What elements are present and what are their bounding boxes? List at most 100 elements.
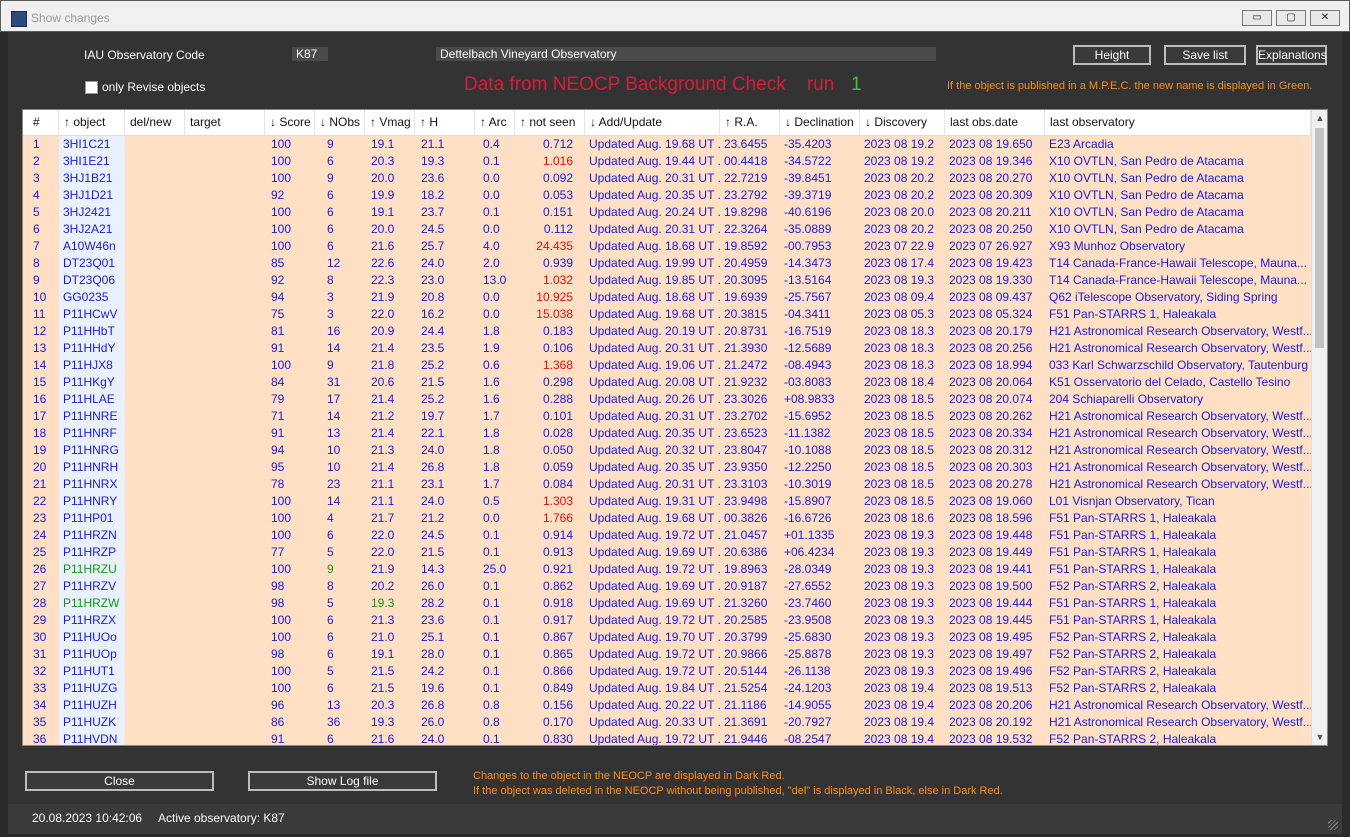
column-header[interactable]: target <box>185 110 265 135</box>
cell-not-seen: 0.092 <box>542 171 573 185</box>
table-row[interactable]: 32 P11HUT1 100 5 21.5 24.2 0.1 0.866 Updated Aug… <box>23 663 1311 680</box>
cell-nobs: 17 <box>327 392 341 406</box>
column-header[interactable]: last observatory <box>1045 110 1311 135</box>
cell-ra: 23.3103 <box>724 477 768 491</box>
column-header[interactable]: ↓ Score <box>265 110 315 135</box>
table-row[interactable]: 16 P11HLAE 79 17 21.4 25.2 1.6 0.288 Updated Aug… <box>23 391 1311 408</box>
cell-h: 19.3 <box>421 154 445 168</box>
resize-grip-icon[interactable] <box>1328 820 1338 830</box>
column-header[interactable]: # <box>23 110 59 135</box>
column-header[interactable]: ↓ Declination <box>780 110 860 135</box>
vertical-scrollbar[interactable]: ▲ ▼ <box>1311 110 1327 745</box>
column-header[interactable]: del/new <box>125 110 185 135</box>
column-header[interactable]: ↑ Vmag <box>365 110 415 135</box>
cell-del-new <box>125 442 185 459</box>
scroll-up-icon[interactable]: ▲ <box>1312 110 1327 126</box>
table-row[interactable]: 23 P11HP01 100 4 21.7 21.2 0.0 1.766 Updated Aug… <box>23 510 1311 527</box>
cell-nobs: 10 <box>327 443 341 457</box>
cell-score: 100 <box>271 239 292 253</box>
table-row[interactable]: 2 3HI1E21 100 6 20.3 19.3 0.1 1.016 Updated Aug.… <box>23 153 1311 170</box>
column-header[interactable]: ↓ NObs <box>315 110 365 135</box>
table-row[interactable]: 33 P11HUZG 100 6 21.5 19.6 0.1 0.849 Updated Aug… <box>23 680 1311 697</box>
table-row[interactable]: 17 P11HNRE 71 14 21.2 19.7 1.7 0.101 Updated Aug… <box>23 408 1311 425</box>
table-row[interactable]: 10 GG0235 94 3 21.9 20.8 0.0 10.925 Updated Aug.… <box>23 289 1311 306</box>
table-row[interactable]: 15 P11HKgY 84 31 20.6 21.5 1.6 0.298 Updated Aug… <box>23 374 1311 391</box>
table-row[interactable]: 8 DT23Q01 85 12 22.6 24.0 2.0 0.939 Updated Aug.… <box>23 255 1311 272</box>
column-header[interactable]: ↑ H <box>415 110 475 135</box>
table-row[interactable]: 19 P11HNRG 94 10 21.3 24.0 1.8 0.050 Updated Aug… <box>23 442 1311 459</box>
table-row[interactable]: 30 P11HUOo 100 6 21.0 25.1 0.1 0.867 Updated Aug… <box>23 629 1311 646</box>
column-header[interactable]: ↑ object <box>59 110 125 135</box>
table-row[interactable]: 24 P11HRZN 100 6 22.0 24.5 0.1 0.914 Updated Aug… <box>23 527 1311 544</box>
scroll-down-icon[interactable]: ▼ <box>1312 729 1327 745</box>
cell-last-obs-date: 2023 08 20.250 <box>949 222 1033 236</box>
scroll-thumb[interactable] <box>1315 128 1324 348</box>
cell-del-new <box>125 323 185 340</box>
cell-h: 24.5 <box>421 222 445 236</box>
cell-index: 26 <box>23 561 59 578</box>
table-row[interactable]: 11 P11HCwV 75 3 22.0 16.2 0.0 15.038 Updated Aug… <box>23 306 1311 323</box>
table-row[interactable]: 18 P11HNRF 91 13 21.4 22.1 1.8 0.028 Updated Aug… <box>23 425 1311 442</box>
table-row[interactable]: 6 3HJ2A21 100 6 20.0 24.5 0.0 0.112 Updated Aug.… <box>23 221 1311 238</box>
table-row[interactable]: 26 P11HRZU 100 9 21.9 14.3 25.0 0.921 Updated Au… <box>23 561 1311 578</box>
table-row[interactable]: 36 P11HVDN 91 6 21.6 24.0 0.1 0.830 Updated Aug.… <box>23 731 1311 745</box>
column-header[interactable]: ↓ Discovery <box>860 110 945 135</box>
cell-index: 9 <box>23 272 59 289</box>
cell-declination: -23.9508 <box>784 613 832 627</box>
explanations-button[interactable]: Explanations <box>1256 45 1327 65</box>
table-row[interactable]: 1 3HI1C21 100 9 19.1 21.1 0.4 0.712 Updated Aug.… <box>23 136 1311 153</box>
column-header[interactable]: ↑ Arc <box>475 110 515 135</box>
table-row[interactable]: 29 P11HRZX 100 6 21.3 23.6 0.1 0.917 Updated Aug… <box>23 612 1311 629</box>
changes-table[interactable]: # ↑ object del/new target ↓ Score ↓ NObs ↑ Vma… <box>22 109 1328 746</box>
cell-declination: -14.9055 <box>784 698 832 712</box>
cell-vmag: 21.0 <box>371 630 395 644</box>
table-row[interactable]: 12 P11HHbT 81 16 20.9 24.4 1.8 0.183 Updated Aug… <box>23 323 1311 340</box>
cell-discovery: 2023 08 18.5 <box>864 426 935 440</box>
table-row[interactable]: 28 P11HRZW 98 5 19.3 28.2 0.1 0.918 Updated Aug.… <box>23 595 1311 612</box>
table-row[interactable]: 22 P11HNRY 100 14 21.1 24.0 0.5 1.303 Updated Au… <box>23 493 1311 510</box>
table-row[interactable]: 25 P11HRZP 77 5 22.0 21.5 0.1 0.913 Updated Aug.… <box>23 544 1311 561</box>
cell-declination: -28.0349 <box>784 562 832 576</box>
table-row[interactable]: 7 A10W46n 100 6 21.6 25.7 4.0 24.435 Updated Aug… <box>23 238 1311 255</box>
height-button[interactable]: Height <box>1073 45 1151 65</box>
column-header[interactable]: ↑ R.A. <box>720 110 780 135</box>
close-button[interactable]: Close <box>25 771 214 791</box>
cell-arc: 0.1 <box>483 596 500 610</box>
table-row[interactable]: 4 3HJ1D21 92 6 19.9 18.2 0.0 0.053 Updated Aug. … <box>23 187 1311 204</box>
table-row[interactable]: 27 P11HRZV 98 8 20.2 26.0 0.1 0.862 Updated Aug.… <box>23 578 1311 595</box>
table-row[interactable]: 13 P11HHdY 91 14 21.4 23.5 1.9 0.106 Updated Aug… <box>23 340 1311 357</box>
table-row[interactable]: 35 P11HUZK 86 36 19.3 26.0 0.8 0.170 Updated Aug… <box>23 714 1311 731</box>
save-list-button[interactable]: Save list <box>1164 45 1246 65</box>
table-row[interactable]: 3 3HJ1B21 100 9 20.0 23.6 0.0 0.092 Updated Aug.… <box>23 170 1311 187</box>
cell-last-observatory: F52 Pan-STARRS 2, Haleakala <box>1049 681 1217 695</box>
cell-index: 17 <box>23 408 59 425</box>
status-bar: 20.08.2023 10:42:06 Active observatory: … <box>8 804 1342 834</box>
cell-ra: 00.3826 <box>724 511 768 525</box>
cell-add-update: Updated Aug. 20.19 UT ... <box>589 324 720 338</box>
cell-h: 24.4 <box>421 324 445 338</box>
close-window-button[interactable]: ✕ <box>1310 10 1340 26</box>
column-header[interactable]: ↓ Add/Update <box>585 110 720 135</box>
cell-ra: 00.4418 <box>724 154 768 168</box>
table-row[interactable]: 20 P11HNRH 95 10 21.4 26.8 1.8 0.059 Updated Aug… <box>23 459 1311 476</box>
maximize-button[interactable]: ▢ <box>1276 10 1306 26</box>
cell-declination: -00.7953 <box>784 239 832 253</box>
table-row[interactable]: 34 P11HUZH 96 13 20.3 26.8 0.8 0.156 Updated Aug… <box>23 697 1311 714</box>
table-row[interactable]: 21 P11HNRX 78 23 21.1 23.1 1.7 0.084 Updated Aug… <box>23 476 1311 493</box>
table-row[interactable]: 5 3HJ2421 100 6 19.1 23.7 0.1 0.151 Updated Aug.… <box>23 204 1311 221</box>
column-header[interactable]: last obs.date <box>945 110 1045 135</box>
iau-code-field[interactable]: K87 <box>292 47 328 61</box>
cell-object: P11HHbT <box>59 323 125 340</box>
cell-add-update: Updated Aug. 20.31 UT ... <box>589 171 720 185</box>
cell-score: 79 <box>271 392 285 406</box>
only-revise-checkbox[interactable] <box>85 81 98 94</box>
table-row[interactable]: 9 DT23Q06 92 8 22.3 23.0 13.0 1.032 Updated Aug.… <box>23 272 1311 289</box>
column-header[interactable]: ↑ not seen <box>515 110 585 135</box>
minimize-button[interactable]: ▭ <box>1242 10 1272 26</box>
cell-add-update: Updated Aug. 20.35 UT ... <box>589 188 720 202</box>
cell-target <box>185 459 265 476</box>
show-log-button[interactable]: Show Log file <box>248 771 437 791</box>
cell-declination: -14.3473 <box>784 256 832 270</box>
table-row[interactable]: 31 P11HUOp 98 6 19.1 28.0 0.1 0.865 Updated Aug.… <box>23 646 1311 663</box>
table-row[interactable]: 14 P11HJX8 100 9 21.8 25.2 0.6 1.368 Updated Aug… <box>23 357 1311 374</box>
